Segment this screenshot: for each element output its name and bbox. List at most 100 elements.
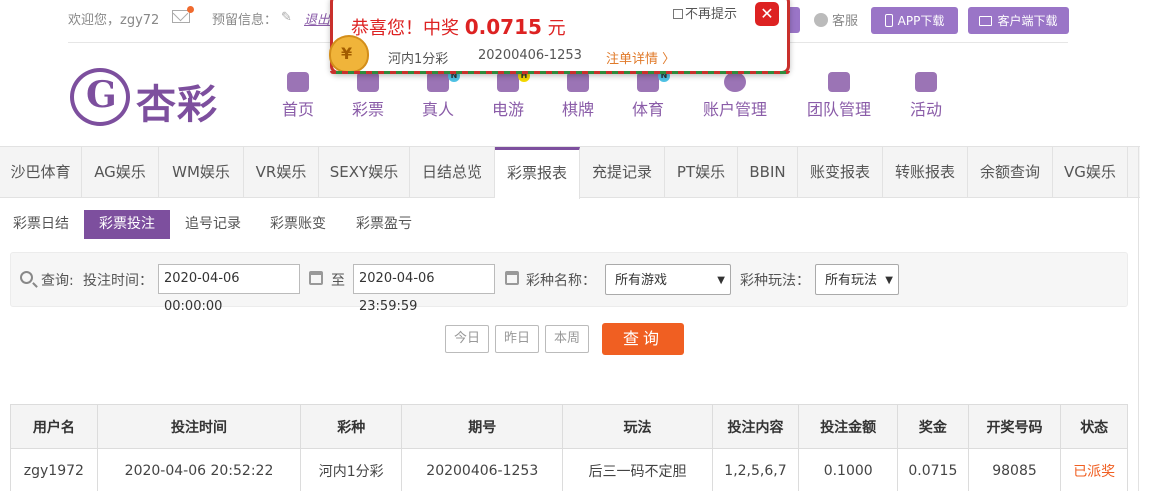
column-header: 开奖号码 xyxy=(967,404,1062,449)
tab-lottery-report[interactable]: 彩票报表 xyxy=(495,147,580,199)
calendar-icon[interactable] xyxy=(505,271,519,285)
chevron-down-icon: ▼ xyxy=(885,275,893,286)
cell-game: 河内1分彩 xyxy=(300,448,403,491)
subtab-chase-records[interactable]: 追号记录 xyxy=(182,210,244,239)
main-nav: 首页 彩票 N 真人 H 电游 棋牌 N 体育 账户管理 团队管理 活动 xyxy=(0,70,1154,132)
chevron-down-icon: ▼ xyxy=(717,275,725,286)
subtab-lottery-changes[interactable]: 彩票账变 xyxy=(267,210,329,239)
nav-home[interactable]: 首页 xyxy=(258,72,338,120)
yesterday-button[interactable]: 昨日 xyxy=(495,325,539,353)
table-row[interactable]: zgy1972 2020-04-06 20:52:22 河内1分彩 202004… xyxy=(10,448,1128,491)
welcome-text: 欢迎您，zgy72 xyxy=(68,13,160,28)
cell-content: 1,2,5,6,7 xyxy=(711,448,800,491)
cell-issue: 20200406-1253 xyxy=(401,448,564,491)
dealer-icon xyxy=(427,72,449,92)
nav-games[interactable]: H 电游 xyxy=(468,70,548,120)
cell-status: 已派奖 xyxy=(1060,448,1128,491)
column-header: 玩法 xyxy=(562,404,713,449)
game-name-select[interactable]: 所有游戏 ▼ xyxy=(605,264,731,295)
subtab-lottery-profit[interactable]: 彩票盈亏 xyxy=(353,210,415,239)
table-header-row: 用户名 投注时间 彩种 期号 玩法 投注内容 投注金额 奖金 开奖号码 状态 xyxy=(10,404,1128,449)
win-popup: 恭喜您！中奖 0.0715 元 河内1分彩 20200406-1253 注单详情… xyxy=(329,0,790,74)
tab-vg[interactable]: VG娱乐 xyxy=(1053,147,1128,198)
trophy-icon xyxy=(637,72,659,92)
popup-title: 恭喜您！中奖 0.0715 元 xyxy=(351,15,566,39)
tab-saba-sports[interactable]: 沙巴体育 xyxy=(0,147,82,198)
play-select[interactable]: 所有玩法 ▼ xyxy=(815,264,899,295)
bet-detail-link[interactable]: 注单详情 〉 xyxy=(606,48,675,67)
tab-transfer[interactable]: 转账报表 xyxy=(883,147,968,198)
gift-icon xyxy=(915,72,937,92)
column-header: 状态 xyxy=(1060,404,1128,449)
content-border xyxy=(1138,146,1139,491)
this-week-button[interactable]: 本周 xyxy=(545,325,589,353)
home-icon xyxy=(287,72,309,92)
ticket-icon xyxy=(357,72,379,92)
column-header: 投注时间 xyxy=(96,404,302,449)
to-label: 至 xyxy=(331,273,345,289)
prize-amount: 0.0715 xyxy=(464,15,542,39)
end-time-input[interactable]: 2020-04-06 23:59:59 xyxy=(353,264,495,314)
checkbox-icon[interactable] xyxy=(673,9,683,19)
nav-lottery[interactable]: 彩票 xyxy=(328,72,408,120)
close-icon[interactable]: ✕ xyxy=(755,2,779,26)
cell-bet-time: 2020-04-06 20:52:22 xyxy=(96,448,302,491)
query-button[interactable]: 查询 xyxy=(602,323,684,355)
column-header: 投注内容 xyxy=(711,404,800,449)
nav-sports[interactable]: N 体育 xyxy=(608,70,688,120)
column-header: 奖金 xyxy=(897,404,969,449)
calendar-icon[interactable] xyxy=(309,271,323,285)
reserve-info-label: 预留信息： xyxy=(212,13,278,28)
report-tabs: 沙巴体育 AG娱乐 WM娱乐 VR娱乐 SEXY娱乐 日结总览 彩票报表 充提记… xyxy=(0,146,1140,199)
no-more-prompt-checkbox[interactable]: 不再提示 xyxy=(673,3,737,22)
nav-team[interactable]: 团队管理 xyxy=(799,72,879,120)
cell-username: zgy1972 xyxy=(10,448,98,491)
yen-icon xyxy=(724,72,746,92)
tab-pt[interactable]: PT娱乐 xyxy=(665,147,738,198)
nav-account[interactable]: 账户管理 xyxy=(695,72,775,120)
popup-game: 河内1分彩 xyxy=(388,52,449,67)
game-name-label: 彩种名称： xyxy=(526,273,596,289)
tab-wm[interactable]: WM娱乐 xyxy=(159,147,244,198)
subtab-lottery-bets[interactable]: 彩票投注 xyxy=(84,210,170,239)
cell-draw-number: 98085 xyxy=(967,448,1062,491)
column-header: 投注金额 xyxy=(798,404,899,449)
tab-daily-overview[interactable]: 日结总览 xyxy=(410,147,495,198)
app-download-button[interactable]: APP下载 xyxy=(871,7,958,34)
start-time-input[interactable]: 2020-04-06 00:00:00 xyxy=(158,264,300,314)
team-icon xyxy=(828,72,850,92)
headset-icon xyxy=(814,13,828,27)
play-label: 彩种玩法： xyxy=(740,273,810,289)
query-label: 查询: xyxy=(41,273,74,289)
tab-balance-change[interactable]: 账变报表 xyxy=(798,147,883,198)
column-header: 期号 xyxy=(401,404,564,449)
column-header: 彩种 xyxy=(300,404,403,449)
nav-cards[interactable]: 棋牌 xyxy=(538,72,618,120)
gamepad-icon xyxy=(497,72,519,92)
tab-balance-query[interactable]: 余额查询 xyxy=(968,147,1053,198)
nav-live[interactable]: N 真人 xyxy=(398,70,478,120)
customer-service-link[interactable]: 客服 xyxy=(814,10,858,29)
tab-deposit-withdraw[interactable]: 充提记录 xyxy=(580,147,665,198)
bet-time-label: 投注时间： xyxy=(83,273,153,289)
edit-icon[interactable]: ✎ xyxy=(281,10,292,25)
monitor-icon xyxy=(979,15,993,26)
tab-vr[interactable]: VR娱乐 xyxy=(244,147,319,198)
phone-icon xyxy=(884,14,893,27)
cell-play: 后三一码不定胆 xyxy=(562,448,713,491)
popup-issue: 20200406-1253 xyxy=(478,48,582,63)
nav-activity[interactable]: 活动 xyxy=(886,72,966,120)
today-button[interactable]: 今日 xyxy=(445,325,489,353)
tab-sexy[interactable]: SEXY娱乐 xyxy=(319,147,410,198)
column-header: 用户名 xyxy=(10,404,98,449)
tab-bbin[interactable]: BBIN xyxy=(738,147,798,198)
cell-amount: 0.1000 xyxy=(798,448,899,491)
cards-icon xyxy=(567,72,589,92)
bets-table: 用户名 投注时间 彩种 期号 玩法 投注内容 投注金额 奖金 开奖号码 状态 z… xyxy=(10,404,1128,491)
client-download-button[interactable]: 客户端下载 xyxy=(968,7,1069,34)
unread-dot-icon xyxy=(187,6,194,13)
search-icon xyxy=(20,271,33,284)
tab-ag[interactable]: AG娱乐 xyxy=(82,147,159,198)
subtab-lottery-daily[interactable]: 彩票日结 xyxy=(10,210,72,239)
logout-link[interactable]: 退出 xyxy=(304,9,330,28)
